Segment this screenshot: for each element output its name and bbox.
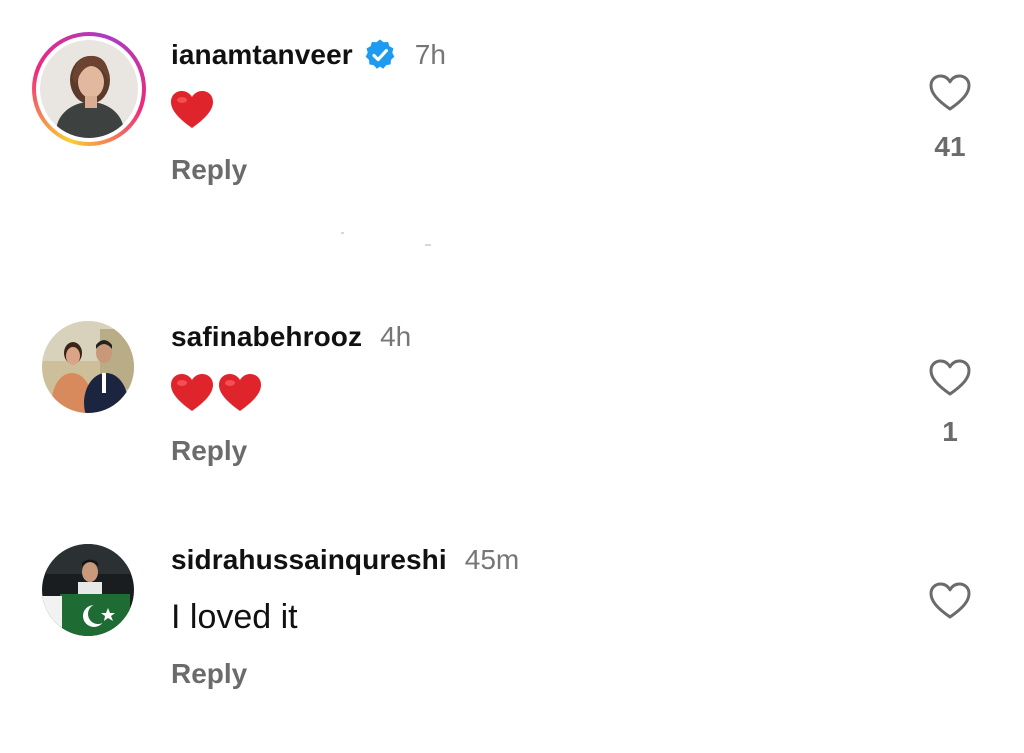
heart-outline-icon[interactable] [929,74,971,117]
username[interactable]: safinabehrooz [171,321,362,353]
comment-header: sidrahussainqureshi 45m [171,544,519,576]
verified-badge-icon [363,38,397,72]
red-heart-emoji [170,90,214,135]
like-column [910,582,990,625]
comment-item: sidrahussainqureshi 45m I loved it Reply [0,544,1024,704]
divider [425,244,431,246]
username[interactable]: ianamtanveer [171,39,353,71]
comment-item: safinabehrooz 4h Reply 1 [0,321,1024,481]
timestamp: 7h [414,39,446,70]
comment-item: ianamtanveer 7h Reply 41 [0,32,1024,202]
like-count: 41 [934,131,966,162]
avatar[interactable] [40,40,138,138]
heart-outline-icon[interactable] [929,582,971,625]
like-column: 1 [910,359,990,448]
avatar[interactable] [42,321,134,413]
red-heart-emoji [170,373,214,418]
comment-body-emoji [170,90,214,135]
like-count: 1 [942,416,958,447]
heart-outline-icon[interactable] [929,359,971,402]
reply-button[interactable]: Reply [171,658,247,690]
username[interactable]: sidrahussainqureshi [171,544,447,576]
story-ring[interactable] [32,32,146,146]
comment-text: I loved it [171,598,298,636]
timestamp: 45m [464,544,520,575]
avatar[interactable] [42,544,134,636]
timestamp: 4h [380,321,412,352]
comment-body-emoji [170,373,262,418]
reply-button[interactable]: Reply [171,154,247,186]
comment-header: ianamtanveer 7h [171,38,446,72]
reply-button[interactable]: Reply [171,435,247,467]
divider [341,232,344,234]
red-heart-emoji [218,373,262,418]
like-column: 41 [910,74,990,163]
comment-header: safinabehrooz 4h [171,321,411,353]
